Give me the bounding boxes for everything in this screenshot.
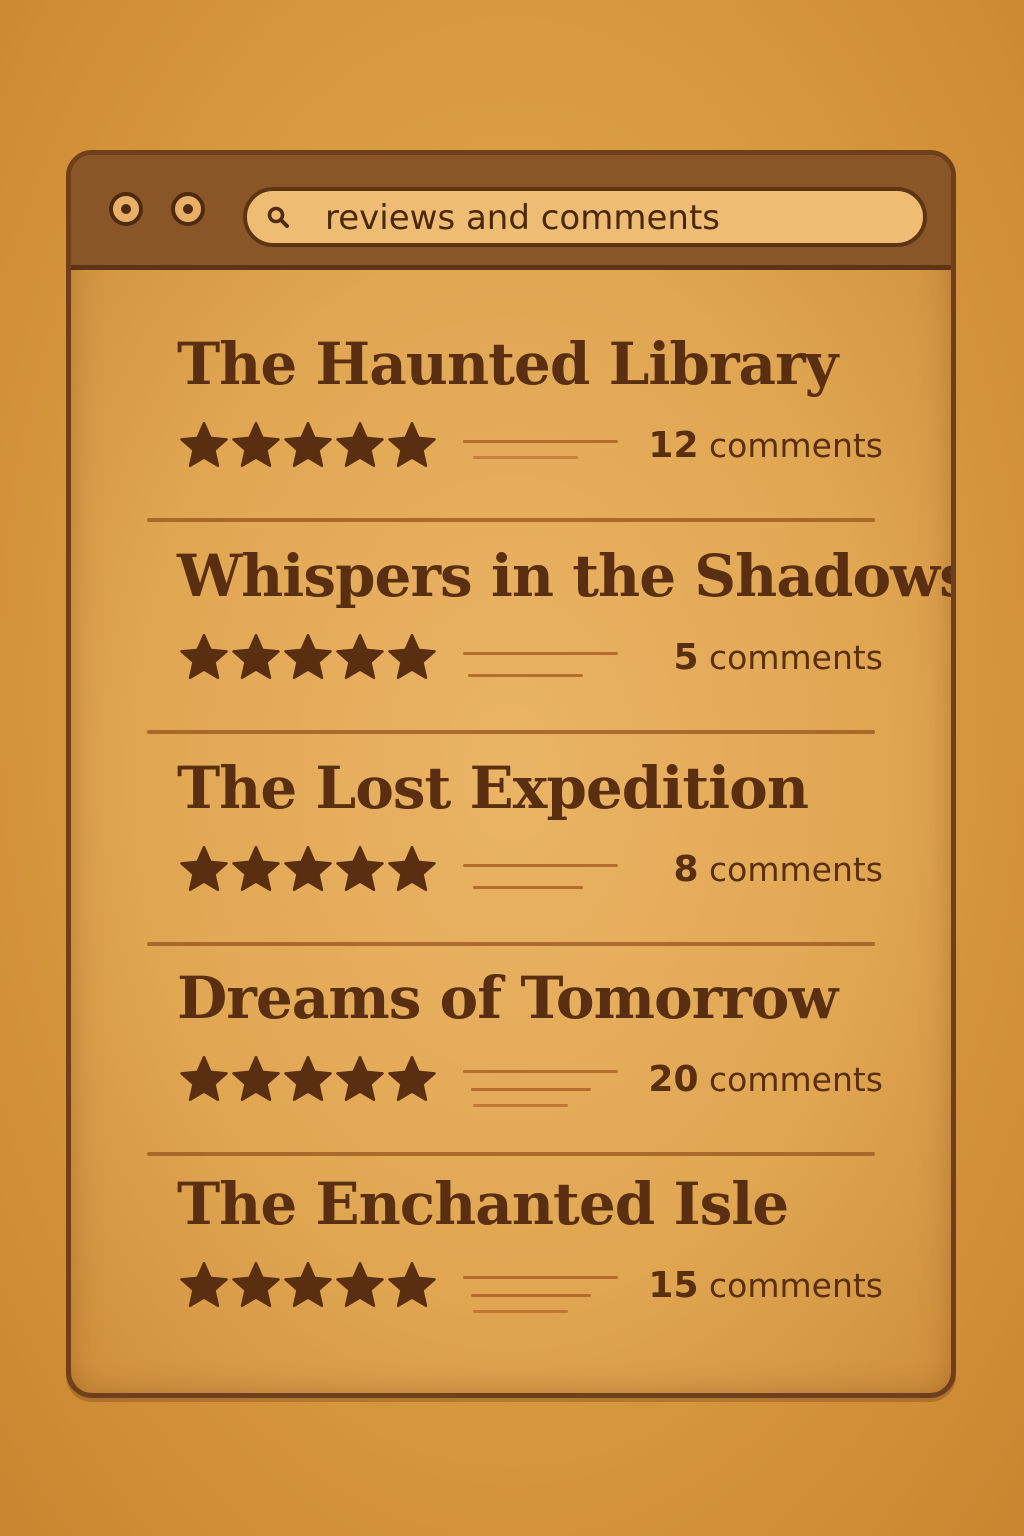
browser-window: The Haunted Library 12 comments Whispers… <box>66 150 956 1398</box>
star-icon <box>336 1261 384 1308</box>
comment-count-number: 5 <box>673 637 699 678</box>
star-icon <box>388 1055 436 1102</box>
window-control-button[interactable] <box>109 192 143 226</box>
star-icon <box>388 633 436 680</box>
comment-count[interactable]: 15 comments <box>648 1265 883 1306</box>
star-icon <box>232 845 280 892</box>
star-rating <box>179 1054 437 1104</box>
review-item[interactable]: The Lost Expedition 8 comments <box>71 694 951 946</box>
star-icon <box>232 1261 280 1308</box>
comment-count-label: comments <box>709 638 883 677</box>
star-icon <box>180 1261 228 1308</box>
comment-count-number: 15 <box>648 1265 699 1306</box>
star-icon <box>180 1055 228 1102</box>
comment-count-number: 12 <box>648 425 699 466</box>
star-icon <box>284 1055 332 1102</box>
star-rating <box>179 420 437 470</box>
comment-count[interactable]: 5 comments <box>673 637 883 678</box>
star-icon <box>180 845 228 892</box>
star-icon <box>388 1261 436 1308</box>
review-title[interactable]: The Lost Expedition <box>177 754 809 822</box>
comment-count[interactable]: 8 comments <box>673 849 883 890</box>
star-icon <box>284 1261 332 1308</box>
star-icon <box>232 421 280 468</box>
search-input[interactable] <box>325 197 885 239</box>
review-title[interactable]: Whispers in the Shadows <box>177 542 951 610</box>
search-icon <box>267 206 289 228</box>
star-rating <box>179 1260 437 1310</box>
star-icon <box>336 845 384 892</box>
review-title[interactable]: The Haunted Library <box>177 330 838 398</box>
star-icon <box>388 421 436 468</box>
title-bar <box>71 155 951 270</box>
comment-count-label: comments <box>709 1266 883 1305</box>
comment-count-number: 8 <box>673 849 699 890</box>
star-icon <box>336 421 384 468</box>
star-icon <box>180 633 228 680</box>
star-icon <box>232 1055 280 1102</box>
star-icon <box>388 845 436 892</box>
review-item[interactable]: Whispers in the Shadows 5 comments <box>71 482 951 734</box>
comment-count[interactable]: 20 comments <box>648 1059 883 1100</box>
review-item[interactable]: The Haunted Library 12 comments <box>71 270 951 522</box>
window-control-button[interactable] <box>171 192 205 226</box>
star-icon <box>284 845 332 892</box>
comment-count-label: comments <box>709 850 883 889</box>
review-title[interactable]: The Enchanted Isle <box>177 1170 789 1238</box>
star-icon <box>180 421 228 468</box>
comment-count-label: comments <box>709 426 883 465</box>
search-bar[interactable] <box>243 187 927 247</box>
star-icon <box>336 633 384 680</box>
comment-count[interactable]: 12 comments <box>648 425 883 466</box>
review-item[interactable]: Dreams of Tomorrow 20 comments <box>71 904 951 1156</box>
review-title[interactable]: Dreams of Tomorrow <box>177 964 838 1032</box>
star-icon <box>232 633 280 680</box>
star-rating <box>179 844 437 894</box>
comment-count-number: 20 <box>648 1059 699 1100</box>
comment-count-label: comments <box>709 1060 883 1099</box>
star-rating <box>179 632 437 682</box>
review-item[interactable]: The Enchanted Isle 15 comments <box>71 1110 951 1318</box>
star-icon <box>284 421 332 468</box>
star-icon <box>284 633 332 680</box>
star-icon <box>336 1055 384 1102</box>
